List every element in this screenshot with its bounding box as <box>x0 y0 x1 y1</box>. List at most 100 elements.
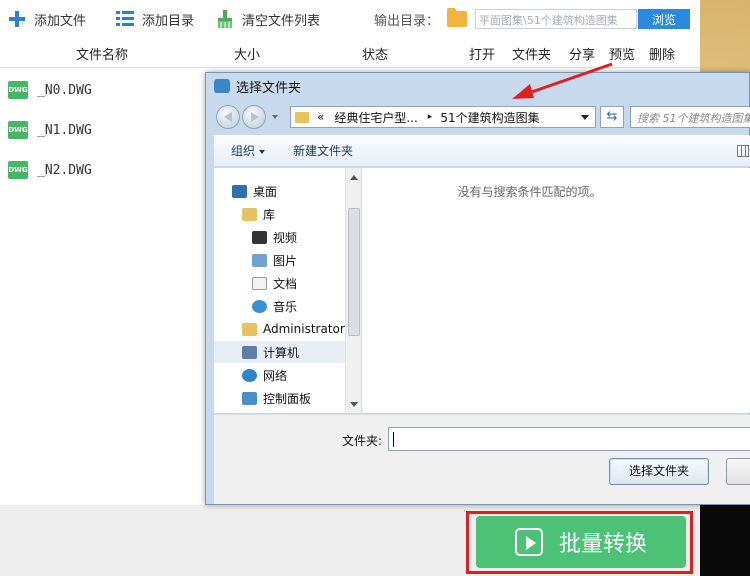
col-open: 打开 <box>469 48 496 63</box>
tree-item-label: 视频 <box>273 230 298 245</box>
tree-item-library[interactable]: 库 <box>242 203 275 225</box>
view-options-icon[interactable] <box>737 145 749 157</box>
dialog-app-icon <box>214 79 230 93</box>
picture-icon <box>252 253 267 267</box>
scroll-thumb[interactable] <box>348 208 360 336</box>
output-path-input[interactable]: 平面图集\51个建筑构造图集 <box>475 9 638 29</box>
file-row[interactable]: DWG _N0.DWG <box>8 79 92 101</box>
forward-button[interactable] <box>242 105 266 129</box>
file-name: _N1.DWG <box>37 122 92 138</box>
toolbar: 添加文件 添加目录 清空文件列表 输出目录： 平面图集\51个建筑构造图集 浏览 <box>0 0 700 38</box>
music-icon <box>252 299 267 313</box>
add-file-button[interactable]: 添加文件 <box>0 0 96 38</box>
col-folder: 文件夹 <box>512 48 552 63</box>
col-share: 分享 <box>569 48 596 63</box>
address-dropdown-icon[interactable] <box>581 115 589 120</box>
dwg-file-icon: DWG <box>8 81 28 99</box>
select-folder-dialog: 选择文件夹 « 经典住宅户型... ▸ 51个建筑构造图集 ⇆ 搜索 51个建筑… <box>205 72 750 505</box>
clear-list-label: 清空文件列表 <box>242 13 321 29</box>
address-folder-icon <box>295 111 309 123</box>
tree-scrollbar[interactable] <box>345 168 361 413</box>
tree-item-label: 桌面 <box>253 184 278 199</box>
dialog-footer: 文件夹: 选择文件夹 <box>214 414 750 504</box>
back-button[interactable] <box>216 105 240 129</box>
address-segment-current[interactable]: 51个建筑构造图集 <box>440 109 539 126</box>
tree-item-label: 图片 <box>273 253 298 268</box>
dialog-title-bar[interactable]: 选择文件夹 <box>206 73 750 99</box>
organize-label: 组织 <box>231 144 256 158</box>
col-file-name: 文件名称 <box>76 48 129 63</box>
address-row: « 经典住宅户型... ▸ 51个建筑构造图集 ⇆ 搜索 51个建筑构造图集 <box>212 103 750 131</box>
desktop-icon <box>232 184 247 198</box>
chevron-right-icon[interactable]: ▸ <box>428 112 433 122</box>
scroll-down-icon[interactable] <box>350 402 358 407</box>
folder-field-label: 文件夹: <box>342 434 383 448</box>
background-dark-edge <box>700 500 750 576</box>
tree-item-desktop[interactable]: 桌面 <box>232 180 277 202</box>
add-directory-button[interactable]: 添加目录 <box>108 0 204 38</box>
dwg-file-icon: DWG <box>8 161 28 179</box>
tree-item-computer[interactable]: 计算机 <box>214 341 361 363</box>
converter-app: 添加文件 添加目录 清空文件列表 输出目录： 平面图集\51个建筑构造图集 浏览… <box>0 0 750 576</box>
col-preview: 预览 <box>609 48 636 63</box>
clear-list-button[interactable]: 清空文件列表 <box>208 0 330 38</box>
tree-item-pictures[interactable]: 图片 <box>252 249 297 271</box>
new-folder-button[interactable]: 新建文件夹 <box>293 142 353 159</box>
organize-button[interactable]: 组织 <box>231 142 266 159</box>
network-icon <box>242 368 257 382</box>
list-icon <box>116 10 135 28</box>
dialog-title: 选择文件夹 <box>236 80 302 96</box>
address-bar[interactable]: « 经典住宅户型... ▸ 51个建筑构造图集 <box>290 106 596 128</box>
batch-convert-button[interactable]: 批量转换 <box>476 516 686 568</box>
video-icon <box>252 230 267 244</box>
refresh-button[interactable]: ⇆ <box>600 106 624 128</box>
select-folder-button[interactable]: 选择文件夹 <box>609 458 709 485</box>
browse-button[interactable]: 浏览 <box>638 9 691 29</box>
file-row[interactable]: DWG _N2.DWG <box>8 159 92 181</box>
refresh-icon: ⇆ <box>606 109 618 124</box>
file-name: _N0.DWG <box>37 82 92 98</box>
user-folder-icon <box>242 322 257 336</box>
play-icon <box>514 528 543 556</box>
cancel-button[interactable] <box>726 458 750 485</box>
address-overflow[interactable]: « <box>317 110 324 124</box>
folder-name-input[interactable] <box>388 427 750 451</box>
col-status: 状态 <box>362 48 389 63</box>
file-name: _N2.DWG <box>37 162 92 178</box>
file-row[interactable]: DWG _N1.DWG <box>8 119 92 141</box>
add-file-label: 添加文件 <box>34 13 87 29</box>
tree-item-label: 控制面板 <box>263 391 312 406</box>
tree-item-administrator[interactable]: Administrator <box>242 318 345 340</box>
tree-item-network[interactable]: 网络 <box>242 364 287 386</box>
tree-item-video[interactable]: 视频 <box>252 226 297 248</box>
text-caret <box>393 432 394 447</box>
address-segment-parent[interactable]: 经典住宅户型... <box>334 109 417 126</box>
file-table-header: 文件名称 大小 状态 打开 文件夹 分享 预览 删除 <box>0 38 700 68</box>
tree-item-label: 计算机 <box>263 345 300 360</box>
recent-pages-dropdown-icon[interactable] <box>272 115 278 119</box>
tree-item-label: 文档 <box>273 276 298 291</box>
navigation-tree: 桌面 库 视频 图片 文档 音乐 Administrator 计算机 网络 控制… <box>214 168 361 413</box>
dwg-file-icon: DWG <box>8 121 28 139</box>
plus-icon <box>8 10 26 28</box>
folder-icon <box>447 8 468 27</box>
tree-item-label: Administrator <box>263 322 345 336</box>
empty-result-message: 没有与搜索条件匹配的项。 <box>457 185 602 199</box>
tree-item-control-panel[interactable]: 控制面板 <box>242 387 311 409</box>
tree-item-label: 音乐 <box>273 299 298 314</box>
file-list-pane: 没有与搜索条件匹配的项。 <box>361 168 750 413</box>
add-directory-label: 添加目录 <box>142 13 195 29</box>
tree-item-label: 网络 <box>263 368 288 383</box>
search-input[interactable]: 搜索 51个建筑构造图集 <box>630 106 750 128</box>
col-delete: 删除 <box>649 48 676 63</box>
chevron-down-icon <box>259 149 266 154</box>
tree-item-documents[interactable]: 文档 <box>252 272 297 294</box>
output-dir-label: 输出目录： <box>374 13 440 29</box>
col-size: 大小 <box>234 48 261 63</box>
command-bar: 组织 新建文件夹 <box>214 135 750 167</box>
document-icon <box>252 276 267 290</box>
control-panel-icon <box>242 391 257 405</box>
scroll-up-icon[interactable] <box>350 175 358 180</box>
tree-item-music[interactable]: 音乐 <box>252 295 297 317</box>
tree-item-label: 库 <box>263 207 276 222</box>
